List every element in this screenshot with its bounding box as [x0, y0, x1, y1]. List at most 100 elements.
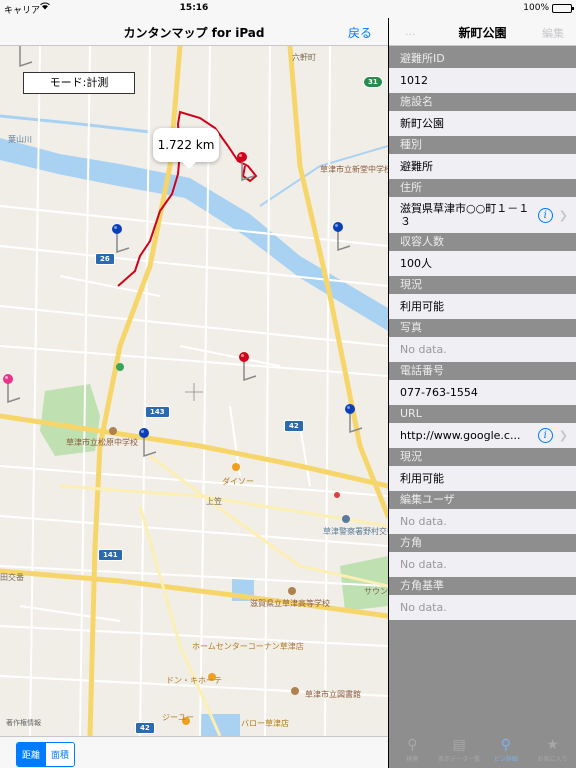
route-shield-42a: 42: [284, 420, 304, 432]
route-shield-31: 31: [363, 76, 383, 88]
field-header-facility-name: 施設名: [389, 93, 576, 111]
map-label-hayamagawa: 葉山川: [8, 135, 32, 144]
field-value: 利用可能: [400, 300, 444, 313]
map-view[interactable]: モード:計測 1.722 km 六軒町 葉山川 草津市立新堂中学校 草津市立松原…: [0, 46, 388, 736]
tab-pin-detail[interactable]: ⚲ ピン詳細: [483, 732, 530, 768]
tab-search[interactable]: ⚲ 検索: [389, 732, 436, 768]
tab-favorites[interactable]: ★ お気に入り: [529, 732, 576, 768]
field-header-shelter-id: 避難所ID: [389, 50, 576, 68]
tab-bar: ⚲ 検索 ▤ 表示データ一覧 ⚲ ピン詳細 ★ お気に入り: [389, 732, 576, 768]
pin-icon: ⚲: [500, 737, 511, 753]
route-shield-141: 141: [98, 549, 123, 561]
list-icon: ▤: [452, 737, 466, 753]
map-label-home-center: ホームセンターコーナン草津店: [192, 642, 304, 651]
field-row-type: 避難所: [389, 154, 576, 179]
pin-blue-marker[interactable]: [330, 220, 354, 254]
pin-red-marker[interactable]: [236, 350, 260, 384]
tab-label: お気に入り: [537, 756, 568, 763]
field-row-direction: No data.: [389, 552, 576, 577]
star-icon: ★: [546, 737, 559, 753]
route-shield-42b: 42: [135, 722, 155, 734]
segment-distance[interactable]: 距離: [17, 743, 46, 766]
battery-icon: [552, 3, 574, 13]
field-value: 避難所: [400, 160, 433, 173]
pin-pink-marker[interactable]: [0, 372, 24, 406]
field-row-direction-basis: No data.: [389, 595, 576, 620]
mode-indicator: モード:計測: [23, 72, 135, 94]
field-header-status: 現況: [389, 276, 576, 294]
field-value: No data.: [400, 558, 447, 571]
field-header-capacity: 収容人数: [389, 233, 576, 251]
info-icon[interactable]: i: [537, 428, 553, 443]
route-shield-143: 143: [145, 406, 170, 418]
field-row-status: 利用可能: [389, 294, 576, 319]
pin-blue-marker[interactable]: [109, 222, 133, 256]
map-label-kamigasa: 上笠: [206, 497, 222, 506]
field-value: 1012: [400, 74, 428, 87]
pin-detail-panel: ... 新町公園 編集 避難所ID 1012 施設名 新町公園 種別 避難所 住…: [389, 18, 576, 768]
tab-label: 検索: [406, 756, 419, 763]
field-row-url[interactable]: http://www.google.c... i ❯: [389, 423, 576, 448]
field-header-address: 住所: [389, 179, 576, 197]
field-row-facility-name: 新町公園: [389, 111, 576, 136]
info-icon[interactable]: i: [537, 207, 553, 223]
field-value: 新町公園: [400, 117, 444, 130]
tab-label: 表示データ一覧: [438, 756, 481, 763]
field-value: 077-763-1554: [400, 386, 478, 399]
search-icon: ⚲: [407, 737, 418, 753]
map-label-library: 草津市立図書館: [305, 690, 361, 699]
status-bar: キャリア 15:16 100%: [0, 0, 576, 18]
tab-label: ピン詳細: [493, 756, 518, 763]
pin-red-marker[interactable]: [12, 46, 36, 70]
field-row-shelter-id: 1012: [389, 68, 576, 93]
map-navigation-bar: カンタンマップ for iPad 戻る: [0, 18, 388, 46]
field-row-address[interactable]: 滋賀県草津市○○町１－１３ i ❯: [389, 197, 576, 233]
map-label-police-koban: 草津警察署野村交番: [323, 527, 388, 536]
field-value: http://www.google.c...: [400, 429, 521, 442]
detail-field-list: 避難所ID 1012 施設名 新町公園 種別 避難所 住所 滋賀県草津市○○町１…: [389, 50, 576, 620]
map-label-matsubara-school: 草津市立松原中学校: [66, 438, 138, 447]
map-toolbar: 距離 面積: [0, 736, 388, 768]
tab-data-list[interactable]: ▤ 表示データ一覧: [436, 732, 483, 768]
map-label-saikun: サウン: [364, 587, 388, 596]
field-header-status-2: 現況: [389, 448, 576, 466]
field-row-photo: No data.: [389, 337, 576, 362]
map-label-daiso: ダイソー: [222, 477, 254, 486]
chevron-right-icon: ❯: [558, 429, 568, 442]
field-header-phone: 電話番号: [389, 362, 576, 380]
field-value: No data.: [400, 343, 447, 356]
field-header-direction-basis: 方角基準: [389, 577, 576, 595]
field-value: 100人: [400, 257, 432, 270]
map-label-donkihote: ドン・キホーテ: [166, 676, 222, 685]
field-value: 滋賀県草津市○○町１－１３: [400, 202, 530, 228]
pin-red-marker[interactable]: [234, 150, 258, 184]
field-header-direction: 方角: [389, 534, 576, 552]
pin-blue-marker[interactable]: [342, 402, 366, 436]
legal-link[interactable]: 著作権情報: [6, 718, 41, 728]
segment-area[interactable]: 面積: [45, 743, 75, 766]
map-label-takedai: 田交番: [0, 573, 24, 582]
measure-mode-segmented-control: 距離 面積: [16, 742, 76, 767]
edit-button[interactable]: 編集: [542, 25, 564, 41]
distance-callout: 1.722 km: [153, 128, 219, 169]
field-value: 利用可能: [400, 472, 444, 485]
map-label-shinmachi-school: 草津市立新堂中学校: [320, 165, 388, 174]
field-row-capacity: 100人: [389, 251, 576, 276]
pin-blue-marker[interactable]: [136, 426, 160, 460]
map-label-valor: バロー草津店: [241, 719, 289, 728]
field-header-url: URL: [389, 405, 576, 423]
chevron-right-icon: ❯: [558, 208, 568, 222]
map-label-jiyu: ジーユー: [162, 713, 194, 722]
detail-navigation-bar: ... 新町公園 編集: [389, 18, 576, 46]
field-value: No data.: [400, 601, 447, 614]
map-label-kusatsu-high-school: 滋賀県立草津高等学校: [250, 599, 330, 608]
battery-percent: 100%: [523, 3, 549, 13]
field-header-photo: 写真: [389, 319, 576, 337]
back-button[interactable]: 戻る: [348, 24, 372, 41]
map-label-rokkenmachi: 六軒町: [292, 53, 316, 62]
field-row-edit-user: No data.: [389, 509, 576, 534]
field-header-type: 種別: [389, 136, 576, 154]
battery-indicator: 100%: [523, 3, 574, 13]
field-row-status-2: 利用可能: [389, 466, 576, 491]
split-divider: [388, 18, 389, 768]
